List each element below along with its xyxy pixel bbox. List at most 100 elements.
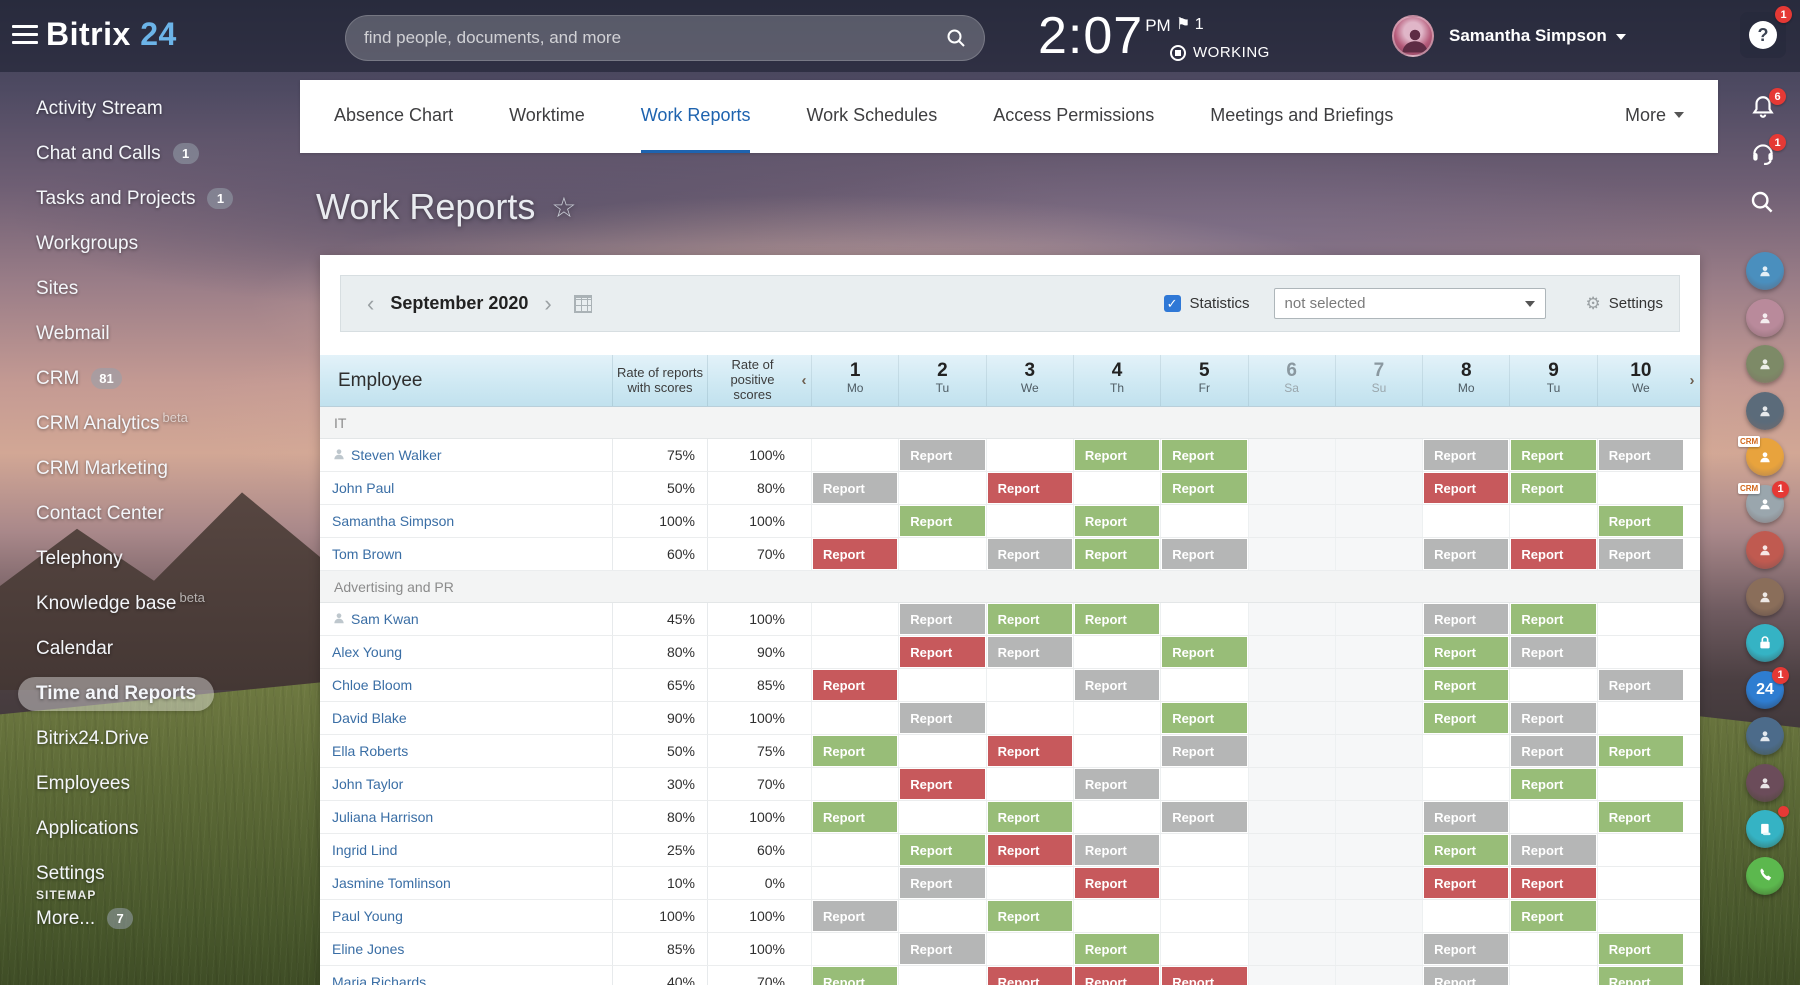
report-link-green[interactable]: Report [1075,539,1159,569]
bitrix24-logo[interactable]: Bitrix 24 [46,16,177,53]
sidebar-item-calendar[interactable]: Calendar [36,626,300,671]
report-link-gray[interactable]: Report [1599,670,1683,700]
report-link-green[interactable]: Report [1599,934,1683,964]
scroll-days-left-button[interactable]: ‹ [797,355,811,406]
search-icon[interactable] [946,28,966,48]
rail-item-avatar-11[interactable] [1746,764,1784,802]
report-link-red[interactable]: Report [813,670,897,700]
report-link-red[interactable]: Report [1511,868,1595,898]
report-link-gray[interactable]: Report [1075,670,1159,700]
rail-item-doc-12[interactable] [1746,810,1784,848]
report-link-gray[interactable]: Report [900,703,984,733]
working-status[interactable]: WORKING [1170,44,1270,61]
rail-item-lock-8[interactable] [1746,624,1784,662]
work-clock[interactable]: 2:07PM [1038,6,1171,66]
report-link-green[interactable]: Report [1075,934,1159,964]
report-link-green[interactable]: Report [1511,473,1595,503]
flag-counter[interactable]: ⚑ 1 [1176,14,1204,34]
report-link-red[interactable]: Report [988,736,1072,766]
sidebar-item-telephony[interactable]: Telephony [36,536,300,581]
report-link-red[interactable]: Report [988,967,1072,985]
employee-name-link[interactable]: Ingrid Lind [332,842,397,858]
sidebar-item-applications[interactable]: Applications [36,806,300,851]
employee-name-link[interactable]: Sam Kwan [351,611,419,627]
global-search[interactable] [345,15,985,61]
employee-name-cell[interactable]: Sam Kwan [320,603,612,635]
sidebar-item-webmail[interactable]: Webmail [36,311,300,356]
user-name-menu[interactable]: Samantha Simpson [1449,26,1626,46]
report-link-gray[interactable]: Report [1424,934,1508,964]
report-link-gray[interactable]: Report [1424,604,1508,634]
report-link-gray[interactable]: Report [813,473,897,503]
sidebar-item-employees[interactable]: Employees [36,761,300,806]
rail-item-avatar-7[interactable] [1746,578,1784,616]
search-input[interactable] [364,28,946,48]
report-link-green[interactable]: Report [1599,736,1683,766]
report-link-green[interactable]: Report [1075,506,1159,536]
employee-name-link[interactable]: Chloe Bloom [332,677,412,693]
employee-name-cell[interactable]: Ella Roberts [320,735,612,767]
tab-worktime[interactable]: Worktime [509,80,585,153]
report-link-green[interactable]: Report [900,506,984,536]
report-link-green[interactable]: Report [1162,703,1246,733]
report-link-red[interactable]: Report [1075,967,1159,985]
employee-name-link[interactable]: Steven Walker [351,447,442,463]
report-link-green[interactable]: Report [1162,637,1246,667]
tab-work-schedules[interactable]: Work Schedules [806,80,937,153]
employee-name-link[interactable]: Samantha Simpson [332,513,454,529]
current-month[interactable]: September 2020 [390,293,528,314]
calendar-icon[interactable] [574,295,592,313]
report-link-gray[interactable]: Report [1424,967,1508,985]
report-link-green[interactable]: Report [1075,604,1159,634]
sidebar-item-more[interactable]: More...7 [36,896,300,941]
settings-button[interactable]: Settings [1609,295,1663,312]
rail-item-avatar-2[interactable] [1746,345,1784,383]
support-button[interactable]: 1 [1750,140,1776,171]
report-link-red[interactable]: Report [988,835,1072,865]
employee-name-cell[interactable]: Juliana Harrison [320,801,612,833]
tab-work-reports[interactable]: Work Reports [641,80,751,153]
statistics-checkbox[interactable]: ✓ [1164,295,1181,312]
report-link-green[interactable]: Report [1599,506,1683,536]
report-link-red[interactable]: Report [1162,967,1246,985]
tab-absence-chart[interactable]: Absence Chart [334,80,453,153]
report-link-red[interactable]: Report [900,637,984,667]
sidebar-item-settings[interactable]: Settings [36,851,300,896]
report-link-red[interactable]: Report [1424,868,1508,898]
employee-name-cell[interactable]: David Blake [320,702,612,734]
report-link-red[interactable]: Report [1511,539,1595,569]
report-link-green[interactable]: Report [1511,769,1595,799]
report-link-gray[interactable]: Report [1511,736,1595,766]
filter-select[interactable]: not selected [1274,288,1546,319]
report-link-green[interactable]: Report [1162,440,1246,470]
user-avatar[interactable] [1392,15,1434,57]
report-link-gray[interactable]: Report [988,637,1072,667]
rail-item-avatar-3[interactable] [1746,392,1784,430]
rail-item-avatar-0[interactable] [1746,252,1784,290]
report-link-green[interactable]: Report [988,802,1072,832]
employee-name-link[interactable]: John Paul [332,480,394,496]
next-month-button[interactable]: › [534,291,561,317]
report-link-green[interactable]: Report [1075,440,1159,470]
report-link-gray[interactable]: Report [1599,440,1683,470]
employee-name-cell[interactable]: Tom Brown [320,538,612,570]
prev-month-button[interactable]: ‹ [357,291,384,317]
report-link-gray[interactable]: Report [1162,802,1246,832]
rail-item-b24-9[interactable]: 241 [1746,671,1784,709]
report-link-gray[interactable]: Report [1162,539,1246,569]
report-link-gray[interactable]: Report [900,934,984,964]
sidebar-item-sites[interactable]: Sites [36,266,300,311]
report-link-green[interactable]: Report [1511,604,1595,634]
report-link-gray[interactable]: Report [900,440,984,470]
tab-more[interactable]: More [1625,80,1684,153]
employee-name-link[interactable]: Juliana Harrison [332,809,433,825]
report-link-green[interactable]: Report [1424,835,1508,865]
employee-name-link[interactable]: Maria Richards [332,974,426,985]
employee-name-cell[interactable]: Steven Walker [320,439,612,471]
report-link-gray[interactable]: Report [1424,539,1508,569]
report-link-green[interactable]: Report [813,802,897,832]
report-link-green[interactable]: Report [1424,637,1508,667]
sidebar-item-crm-marketing[interactable]: CRM Marketing [36,446,300,491]
sidebar-item-workgroups[interactable]: Workgroups [36,221,300,266]
report-link-gray[interactable]: Report [1162,736,1246,766]
